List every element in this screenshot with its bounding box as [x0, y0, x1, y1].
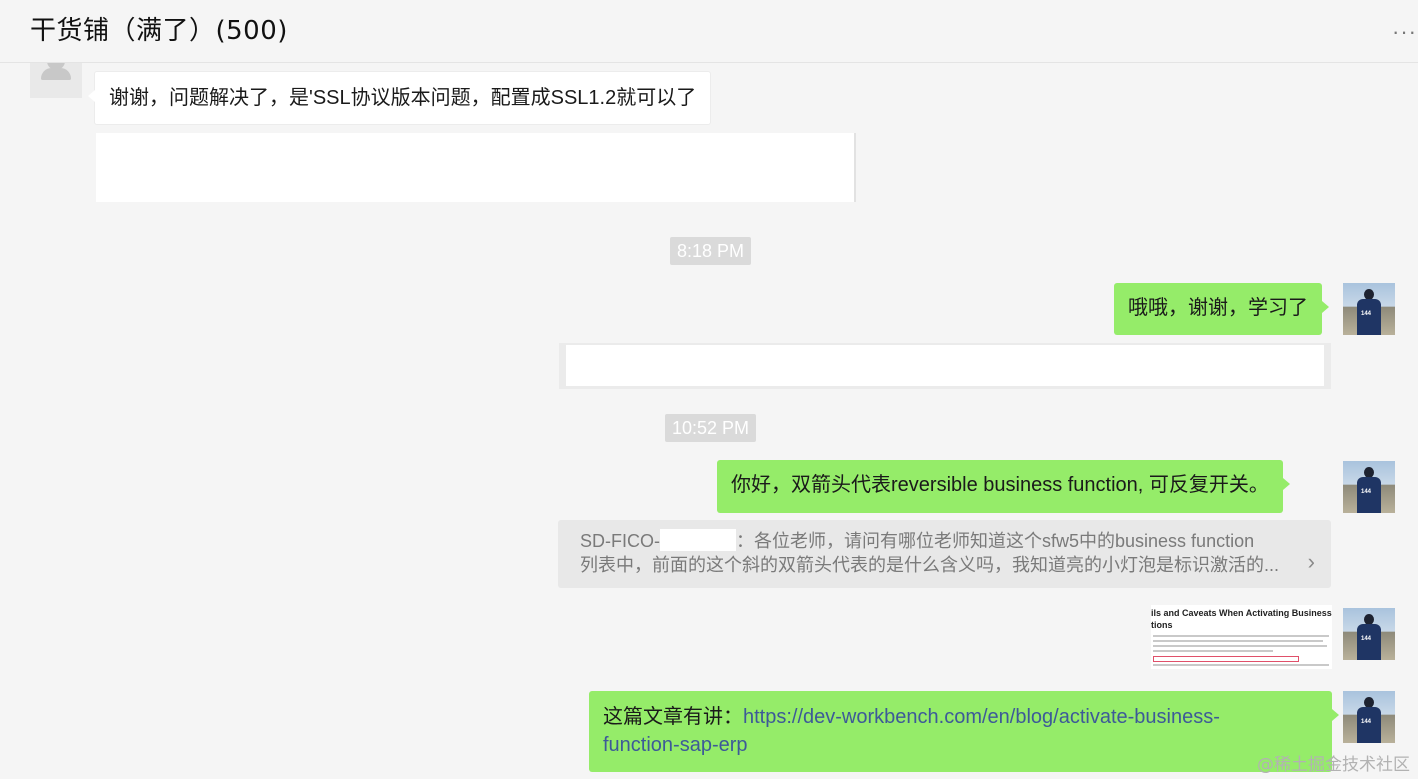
thumbnail-title: ils and Caveats When Activating Business…	[1151, 608, 1332, 630]
quote-line-1: SD-FICO- ：各位老师，请问有哪位老师知道这个sfw5中的business …	[580, 529, 1255, 551]
sent-message-bubble[interactable]: 这篇文章有讲：https://dev-workbench.com/en/blog…	[589, 691, 1339, 772]
user-avatar[interactable]: 144	[1343, 691, 1395, 743]
received-card-message[interactable]	[96, 133, 856, 202]
message-text: 你好，双箭头代表reversible business function, 可反…	[731, 474, 1269, 496]
user-avatar[interactable]: 144	[1343, 283, 1395, 335]
default-avatar-body-icon	[41, 68, 71, 80]
message-text: 哦哦，谢谢，学习了	[1128, 297, 1308, 319]
sent-message-bubble[interactable]: 哦哦，谢谢，学习了	[1114, 283, 1329, 335]
message-line-1: 这篇文章有讲：https://dev-workbench.com/en/blog…	[603, 706, 1220, 728]
avatar-photo-person-icon: 144	[1357, 467, 1381, 513]
article-link-continued[interactable]: function-sap-erp	[603, 734, 748, 756]
received-message-bubble[interactable]: 谢谢，问题解决了，是'SSL协议版本问题，配置成SSL1.2就可以了	[87, 71, 712, 125]
chat-window: 干货铺（满了）(500) ··· 谢谢，问题解决了，是'SSL协议版本问题，配置…	[0, 0, 1418, 779]
sent-message-bubble[interactable]: 你好，双箭头代表reversible business function, 可反…	[717, 460, 1290, 513]
chevron-right-icon: ›	[1307, 549, 1315, 574]
redacted-name	[660, 529, 736, 551]
highlight-box	[1153, 656, 1299, 662]
group-title: 干货铺（满了）(500)	[30, 16, 288, 46]
timestamp: 10:52 PM	[665, 414, 757, 442]
timestamp: 8:18 PM	[670, 237, 752, 265]
avatar-photo-person-icon: 144	[1357, 697, 1381, 743]
avatar-photo-person-icon: 144	[1357, 289, 1381, 335]
message-line-2: function-sap-erp	[603, 731, 1318, 759]
avatar-photo-person-icon: 144	[1357, 614, 1381, 660]
user-avatar[interactable]: 144	[1343, 608, 1395, 660]
chat-header: 干货铺（满了）(500) ···	[0, 0, 1418, 63]
more-options-button[interactable]: ···	[1392, 22, 1418, 42]
sent-card-message[interactable]	[559, 343, 1331, 389]
image-message-thumbnail[interactable]: ils and Caveats When Activating Business…	[1151, 605, 1332, 669]
quote-line-2: 列表中，前面的这个斜的双箭头代表的是什么含义吗，我知道亮的小灯泡是标识激活的..…	[580, 555, 1279, 575]
user-avatar[interactable]: 144	[1343, 461, 1395, 513]
quoted-message[interactable]: SD-FICO- ：各位老师，请问有哪位老师知道这个sfw5中的business …	[558, 520, 1331, 588]
article-link[interactable]: https://dev-workbench.com/en/blog/activa…	[743, 706, 1220, 728]
message-text: 谢谢，问题解决了，是'SSL协议版本问题，配置成SSL1.2就可以了	[109, 87, 697, 109]
watermark: @稀土掘金技术社区	[1257, 755, 1410, 775]
